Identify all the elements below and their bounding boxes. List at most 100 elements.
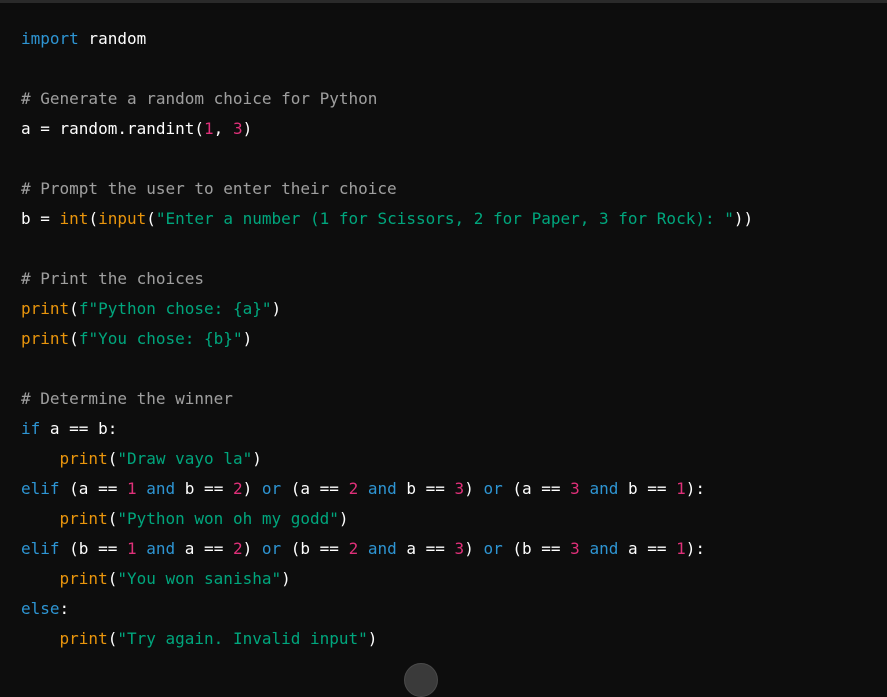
code-token-plain: (a == — [502, 479, 571, 498]
code-line: # Determine the winner — [21, 384, 887, 414]
code-line: elif (b == 1 and a == 2) or (b == 2 and … — [21, 534, 887, 564]
code-token-plain: ) — [242, 479, 262, 498]
code-token-comment: # Generate a random choice for Python — [21, 89, 378, 108]
code-token-plain: , — [213, 119, 233, 138]
code-token-keyword: and — [146, 539, 176, 558]
code-token-plain: ) — [242, 119, 253, 138]
code-token-number: 2 — [348, 539, 359, 558]
code-token-number: 1 — [676, 539, 686, 558]
code-token-plain: ( — [69, 329, 79, 348]
code-line: print(f"You chose: {b}") — [21, 324, 887, 354]
code-token-keyword: else — [21, 599, 60, 618]
code-token-plain: a == — [396, 539, 455, 558]
code-token-comment: # Prompt the user to enter their choice — [21, 179, 397, 198]
code-token-plain: (a == — [59, 479, 127, 498]
code-token-builtin: int — [59, 209, 89, 228]
code-token-number: 1 — [126, 539, 137, 558]
code-token-plain: a == — [175, 539, 233, 558]
code-token-builtin: print — [59, 629, 108, 648]
code-token-string: "Try again. Invalid input" — [117, 629, 368, 648]
code-token-string: f"Python chose: {a}" — [78, 299, 272, 318]
code-token-plain: ) — [242, 329, 253, 348]
code-token-string: "You won sanisha" — [117, 569, 282, 588]
code-token-plain: a == — [618, 539, 677, 558]
code-token-plain: a == b: — [40, 419, 118, 438]
code-token-keyword: or — [261, 539, 282, 558]
code-token-keyword: and — [589, 539, 619, 558]
code-token-keyword: and — [146, 479, 176, 498]
code-token-number: 3 — [570, 479, 580, 498]
code-line: import random — [21, 24, 887, 54]
code-token-plain: b = — [21, 209, 60, 228]
code-line: a = random.randint(1, 3) — [21, 114, 887, 144]
code-line: print("You won sanisha") — [21, 564, 887, 594]
code-token-comment: # Print the choices — [21, 269, 205, 288]
code-token-plain: ) — [367, 629, 378, 648]
code-token-plain: ) — [271, 299, 282, 318]
code-token-plain: (b == — [502, 539, 571, 558]
code-token-builtin: print — [21, 299, 70, 318]
code-token-keyword: elif — [21, 479, 60, 498]
code-token-plain: ( — [69, 299, 79, 318]
code-token-number: 1 — [676, 479, 686, 498]
code-token-number: 3 — [454, 479, 465, 498]
code-token-plain: a = random.randint( — [21, 119, 205, 138]
code-token-plain: (b == — [281, 539, 349, 558]
code-line: else: — [21, 594, 887, 624]
code-token-keyword: and — [367, 539, 397, 558]
code-line: # Prompt the user to enter their choice — [21, 174, 887, 204]
code-token-plain: ( — [146, 209, 156, 228]
code-line: b = int(input("Enter a number (1 for Sci… — [21, 204, 887, 234]
code-token-comment: # Determine the winner — [21, 389, 233, 408]
code-token-plain: ( — [88, 209, 99, 228]
code-token-plain: ): — [685, 539, 706, 558]
code-token-keyword: or — [483, 539, 503, 558]
code-token-number: 1 — [126, 479, 137, 498]
code-token-string: "Enter a number (1 for Scissors, 2 for P… — [155, 209, 734, 228]
scroll-to-bottom-button[interactable] — [404, 663, 438, 697]
code-token-plain: (a == — [281, 479, 349, 498]
code-token-plain: ) — [464, 539, 484, 558]
code-line: print("Draw vayo la") — [21, 444, 887, 474]
code-token-number: 3 — [232, 119, 243, 138]
code-token-string: f"You chose: {b}" — [78, 329, 243, 348]
code-token-string: "Draw vayo la" — [117, 449, 253, 468]
code-block: import random # Generate a random choice… — [0, 3, 887, 671]
code-token-keyword: or — [483, 479, 503, 498]
code-line: print("Try again. Invalid input") — [21, 624, 887, 654]
code-token-number: 1 — [204, 119, 214, 138]
code-token-builtin: print — [59, 569, 108, 588]
code-line: elif (a == 1 and b == 2) or (a == 2 and … — [21, 474, 887, 504]
code-token-keyword: import — [21, 29, 79, 48]
code-token-plain: (b == — [59, 539, 127, 558]
code-token-plain: ): — [685, 479, 706, 498]
code-token-string: "Python won oh my godd" — [117, 509, 339, 528]
code-token-plain: ( — [107, 509, 118, 528]
code-token-number: 2 — [232, 479, 243, 498]
code-token-plain: b == — [175, 479, 233, 498]
code-token-plain: ) — [252, 449, 262, 468]
code-token-plain: b == — [618, 479, 677, 498]
code-token-plain: random — [78, 29, 147, 48]
code-token-builtin: print — [21, 329, 70, 348]
code-line: print(f"Python chose: {a}") — [21, 294, 887, 324]
code-token-plain: : — [59, 599, 70, 618]
code-line: # Print the choices — [21, 264, 887, 294]
code-token-plain: ) — [281, 569, 291, 588]
code-token-plain: ( — [107, 569, 118, 588]
code-line: if a == b: — [21, 414, 887, 444]
code-token-plain: ) — [242, 539, 262, 558]
code-token-plain: ( — [107, 449, 118, 468]
code-token-number: 3 — [570, 539, 580, 558]
code-token-number: 3 — [454, 539, 465, 558]
